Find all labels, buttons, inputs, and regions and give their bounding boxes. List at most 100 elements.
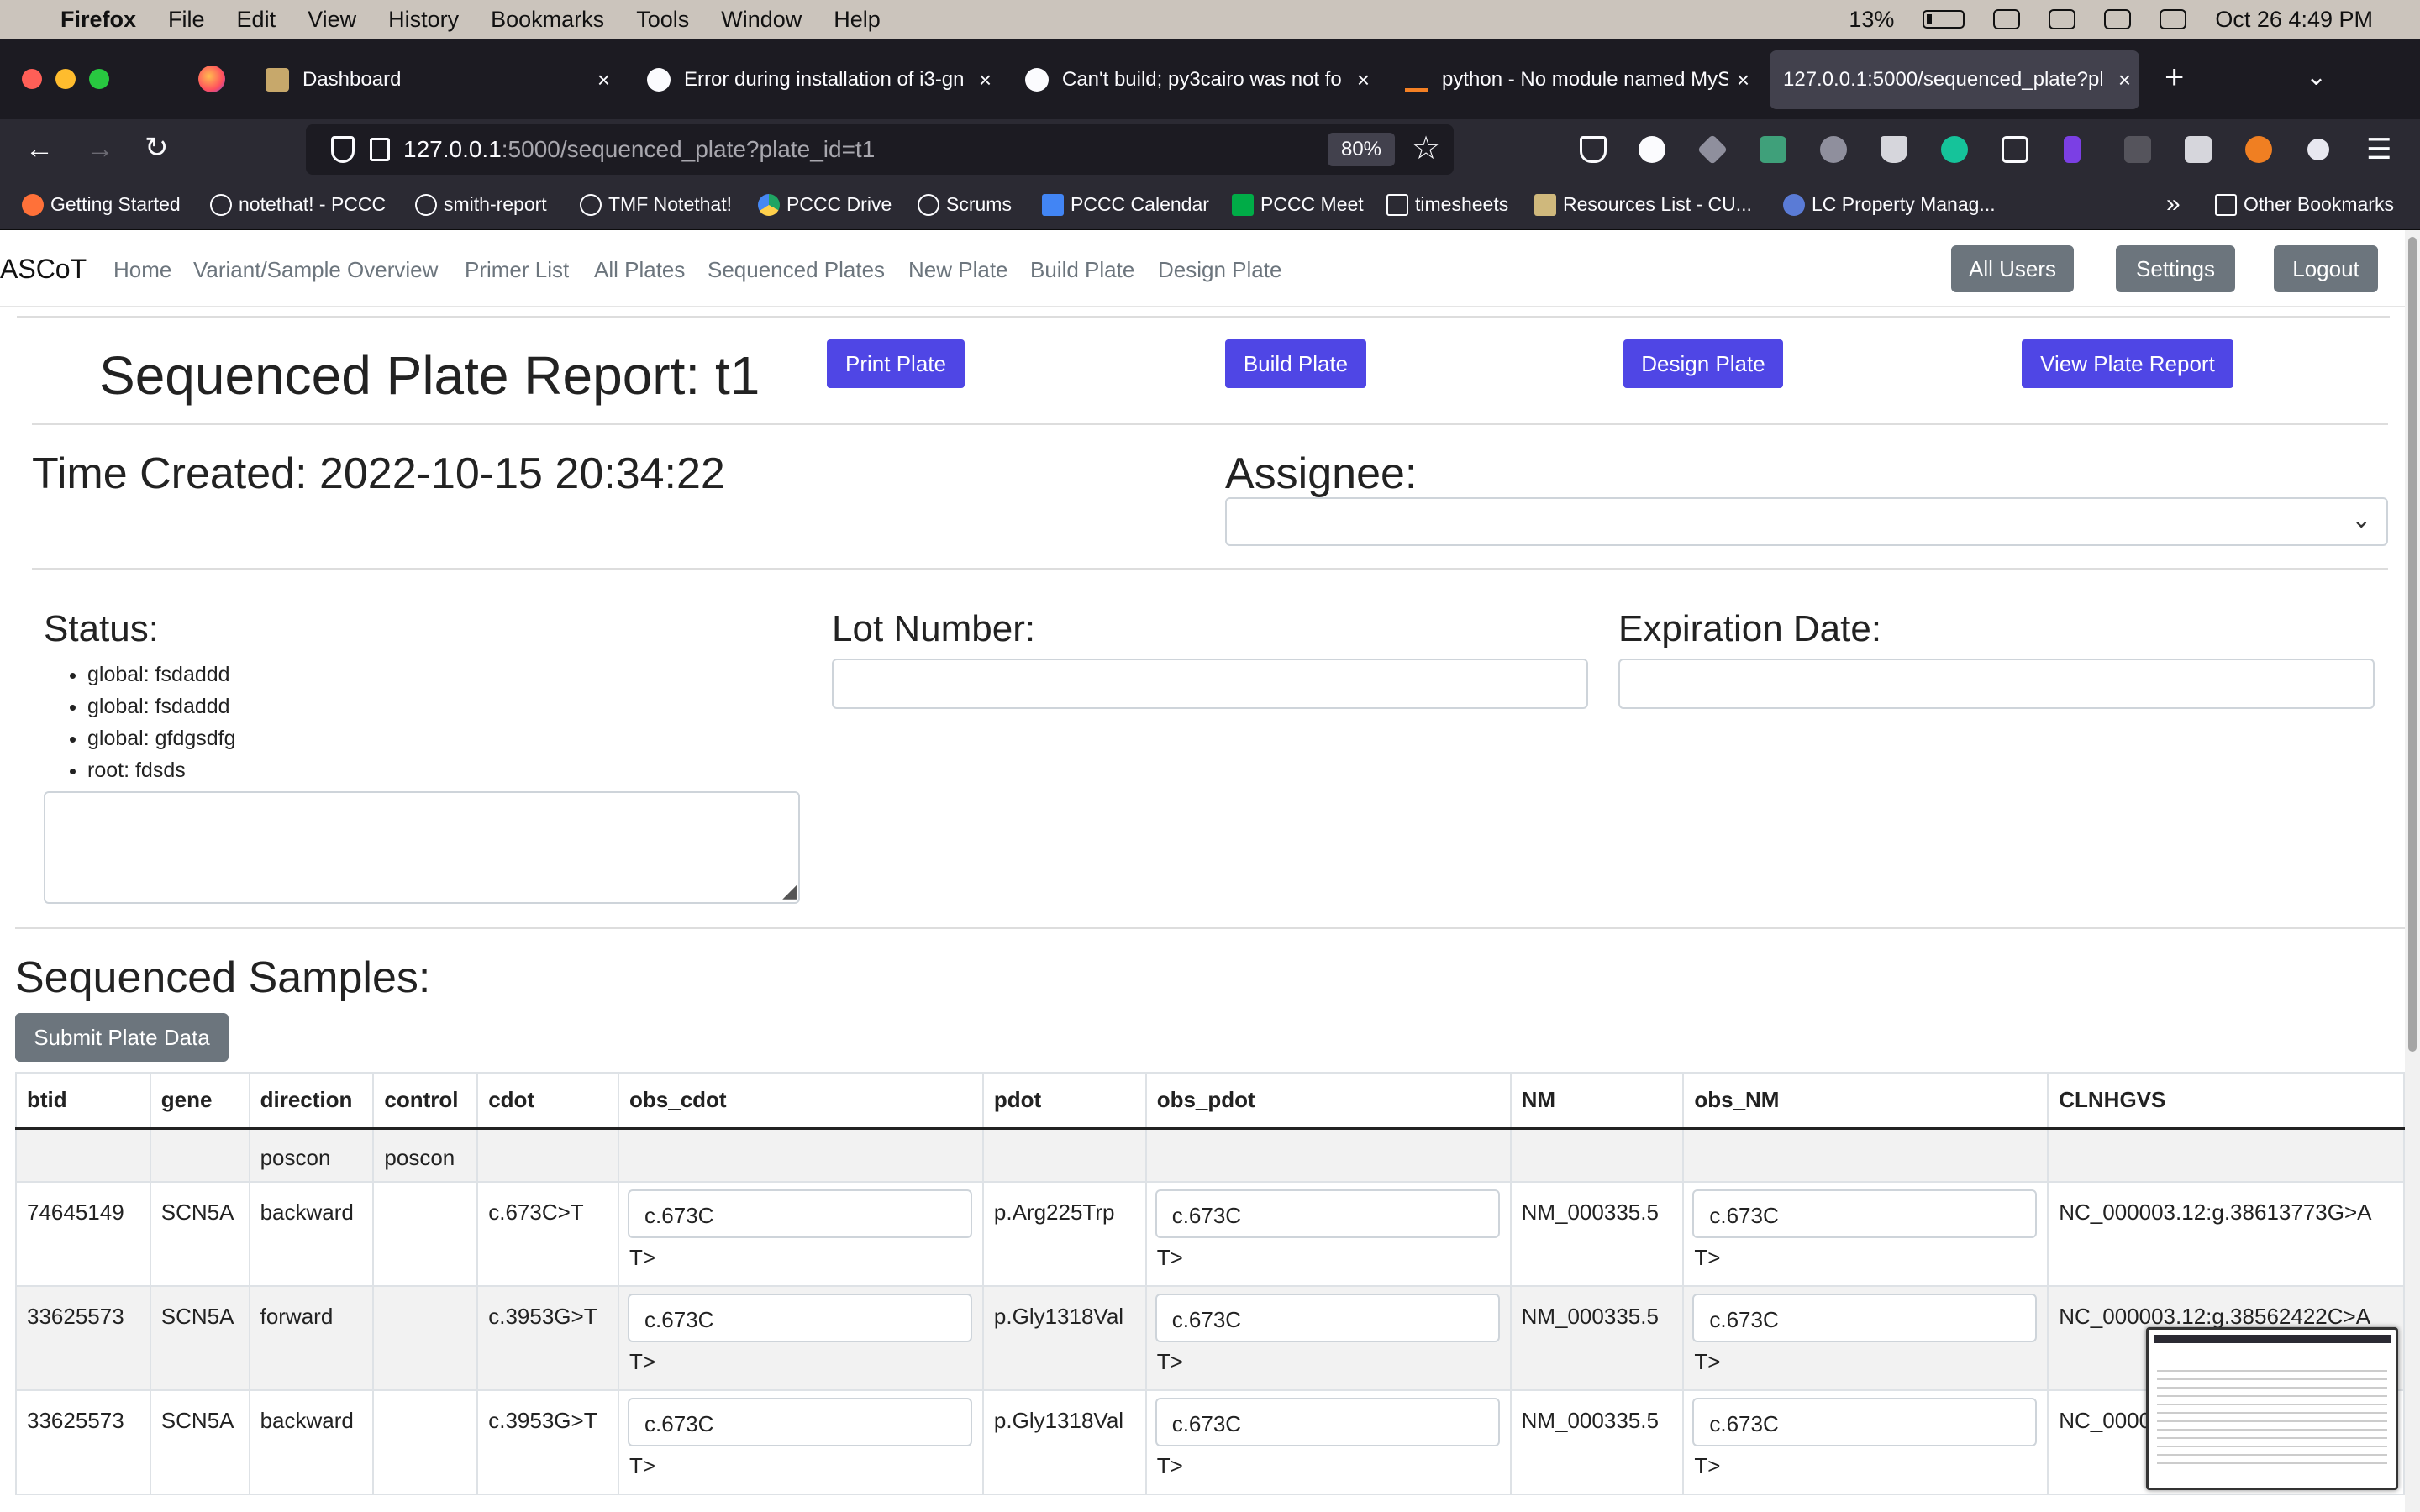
bitwarden-icon[interactable] <box>1881 136 1907 163</box>
command-icon[interactable] <box>2002 136 2028 163</box>
grammarly-green-icon[interactable] <box>1941 136 1968 163</box>
bookmark-scrums[interactable]: Scrums <box>918 193 1012 216</box>
scrollbar-thumb[interactable] <box>2408 237 2417 1052</box>
bookmark-tmf-notethat[interactable]: TMF Notethat! <box>580 193 732 216</box>
obs-nm-input[interactable]: c.673C <box>1692 1189 2038 1238</box>
resize-handle-icon[interactable]: ◢ <box>782 880 797 902</box>
col-gene[interactable]: gene <box>149 1072 250 1130</box>
extension-js-icon[interactable] <box>2185 136 2212 163</box>
extension-s-icon[interactable] <box>1760 136 1786 163</box>
view-plate-report-button[interactable]: View Plate Report <box>2022 339 2233 388</box>
col-obs-nm[interactable]: obs_NM <box>1682 1072 2049 1130</box>
battery-icon[interactable] <box>1923 10 1965 29</box>
nav-variant-sample-overview[interactable]: Variant/Sample Overview <box>193 257 438 283</box>
status-textarea[interactable]: ◢ <box>44 791 800 904</box>
extension-se-icon[interactable] <box>2124 136 2151 163</box>
settings-button[interactable]: Settings <box>2116 245 2235 292</box>
obs-pdot-input[interactable]: c.673C <box>1155 1189 1500 1238</box>
menu-tools[interactable]: Tools <box>636 7 689 33</box>
nav-sequenced-plates[interactable]: Sequenced Plates <box>708 257 885 283</box>
col-control[interactable]: control <box>372 1072 479 1130</box>
col-obs-cdot[interactable]: obs_cdot <box>618 1072 984 1130</box>
bookmark-smith-report[interactable]: smith-report <box>415 193 547 216</box>
col-direction[interactable]: direction <box>248 1072 375 1130</box>
new-tab-icon[interactable]: + <box>2165 59 2184 97</box>
tab-stackoverflow[interactable]: python - No module named MyS × <box>1405 50 1758 109</box>
zoom-window-button[interactable] <box>89 69 109 89</box>
bookmark-timesheets[interactable]: timesheets <box>1386 193 1508 216</box>
tab-dashboard[interactable]: Dashboard × <box>266 50 618 109</box>
grammarly-icon[interactable] <box>1639 136 1665 163</box>
nav-build-plate[interactable]: Build Plate <box>1030 257 1134 283</box>
app-menu-icon[interactable]: ☰ <box>2366 133 2391 166</box>
screenshot-thumbnail[interactable] <box>2146 1327 2398 1490</box>
more-bookmarks-icon[interactable]: » <box>2166 190 2181 218</box>
bookmark-pccc-calendar[interactable]: PCCC Calendar <box>1042 193 1209 216</box>
account-icon[interactable] <box>2307 139 2329 160</box>
close-tab-icon[interactable]: × <box>597 67 610 93</box>
obs-nm-input[interactable]: c.673C <box>1692 1398 2038 1446</box>
menu-edit[interactable]: Edit <box>237 7 276 33</box>
design-plate-button[interactable]: Design Plate <box>1623 339 1783 388</box>
bookmark-notethat-pccc[interactable]: notethat! - PCCC <box>210 193 386 216</box>
back-icon[interactable]: ← <box>25 133 54 165</box>
col-cdot[interactable]: cdot <box>476 1072 620 1130</box>
extension-feather-icon[interactable] <box>1820 136 1847 163</box>
pocket-icon[interactable] <box>1580 136 1607 163</box>
col-pdot[interactable]: pdot <box>981 1072 1147 1130</box>
menu-file[interactable]: File <box>168 7 205 33</box>
menu-bookmarks[interactable]: Bookmarks <box>491 7 604 33</box>
nav-primer-list[interactable]: Primer List <box>465 257 569 283</box>
col-clnhgvs[interactable]: CLNHGVS <box>2047 1072 2405 1130</box>
col-btid[interactable]: btid <box>15 1072 151 1130</box>
screen-icon[interactable] <box>2049 9 2076 29</box>
tab-github-py3cairo[interactable]: Can't build; py3cairo was not fo × <box>1025 50 1378 109</box>
lot-number-input[interactable] <box>832 659 1588 709</box>
assignee-select[interactable]: ⌄ <box>1225 497 2388 546</box>
sublime-icon[interactable] <box>2245 136 2272 163</box>
obs-nm-input[interactable]: c.673C <box>1692 1294 2038 1342</box>
bookmark-other[interactable]: Other Bookmarks <box>2215 193 2394 216</box>
reload-icon[interactable]: ↻ <box>145 131 169 165</box>
page-info-icon[interactable] <box>370 138 390 161</box>
obs-cdot-input[interactable]: c.673C <box>628 1294 973 1342</box>
tab-github-i3[interactable]: Error during installation of i3-gn × <box>647 50 1000 109</box>
obs-pdot-input[interactable]: c.673C <box>1155 1398 1500 1446</box>
forward-icon[interactable]: → <box>86 133 114 165</box>
obs-pdot-input[interactable]: c.673C <box>1155 1294 1500 1342</box>
bookmark-pccc-drive[interactable]: PCCC Drive <box>758 193 892 216</box>
build-plate-button[interactable]: Build Plate <box>1225 339 1366 388</box>
cloud-icon[interactable] <box>2104 9 2132 29</box>
control-center-icon[interactable] <box>2160 9 2187 29</box>
menu-view[interactable]: View <box>308 7 356 33</box>
col-obs-pdot[interactable]: obs_pdot <box>1144 1072 1512 1130</box>
submit-plate-data-button[interactable]: Submit Plate Data <box>15 1013 229 1062</box>
clock[interactable]: Oct 26 4:49 PM <box>2215 7 2373 33</box>
tab-current[interactable]: 127.0.0.1:5000/sequenced_plate?pla × <box>1770 50 2139 109</box>
close-tab-icon[interactable]: × <box>2118 67 2131 93</box>
bookmark-lc-property[interactable]: LC Property Manag... <box>1783 193 1996 216</box>
all-users-button[interactable]: All Users <box>1951 245 2074 292</box>
shield-icon[interactable] <box>331 136 355 163</box>
close-tab-icon[interactable]: × <box>979 67 992 93</box>
url-bar[interactable]: 127.0.0.1:5000/sequenced_plate?plate_id=… <box>306 124 1454 175</box>
bookmark-star-icon[interactable]: ☆ <box>1412 129 1440 167</box>
logout-button[interactable]: Logout <box>2274 245 2378 292</box>
nav-all-plates[interactable]: All Plates <box>594 257 685 283</box>
close-tab-icon[interactable]: × <box>1357 67 1370 93</box>
menu-help[interactable]: Help <box>834 7 881 33</box>
obs-cdot-input[interactable]: c.673C <box>628 1189 973 1238</box>
firefox-view-icon[interactable] <box>198 66 225 92</box>
url-text[interactable]: 127.0.0.1:5000/sequenced_plate?plate_id=… <box>403 136 875 163</box>
obs-cdot-input[interactable]: c.673C <box>628 1398 973 1446</box>
col-nm[interactable]: NM <box>1509 1072 1685 1130</box>
close-tab-icon[interactable]: × <box>1737 67 1749 93</box>
extension-r-icon[interactable] <box>2064 136 2081 163</box>
menu-app-name[interactable]: Firefox <box>60 7 136 33</box>
bookmark-resources-list[interactable]: Resources List - CU... <box>1534 193 1752 216</box>
list-tabs-icon[interactable]: ⌄ <box>2306 62 2327 92</box>
minimize-window-button[interactable] <box>55 69 76 89</box>
nav-home[interactable]: Home <box>113 257 171 283</box>
menu-history[interactable]: History <box>388 7 459 33</box>
menu-window[interactable]: Window <box>721 7 802 33</box>
